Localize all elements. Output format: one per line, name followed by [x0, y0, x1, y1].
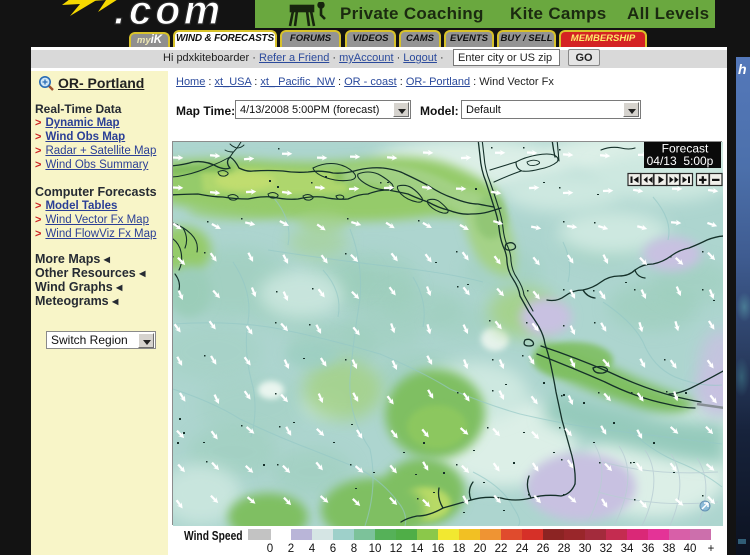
svg-text:04/13 5:00p: 04/13 5:00p	[647, 154, 714, 168]
svg-text:.com: .com	[114, 0, 224, 30]
